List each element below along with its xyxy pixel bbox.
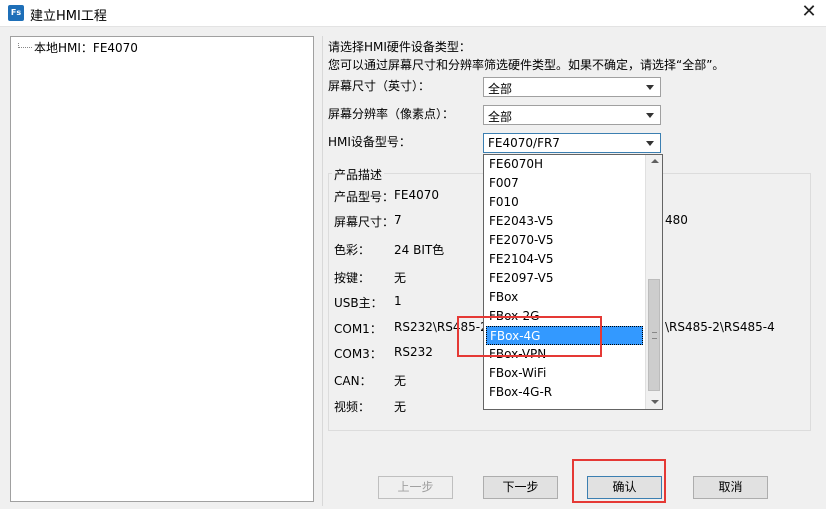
product-description-title: 产品描述 — [332, 166, 385, 183]
desc-value-resolution-partial: 480 — [665, 213, 688, 227]
dropdown-item[interactable]: FE6070H — [486, 155, 643, 174]
model-label: HMI设备型号： — [328, 135, 411, 149]
model-select[interactable]: FE4070/FR7 — [483, 133, 661, 153]
app-icon: Fs — [8, 5, 24, 21]
desc-key-com1: COM1： — [334, 322, 382, 336]
title-bar — [0, 0, 826, 26]
screen-size-label: 屏幕尺寸（英寸）： — [328, 79, 431, 93]
dropdown-item[interactable]: F010 — [486, 193, 643, 212]
resolution-select[interactable]: 全部 — [483, 105, 661, 125]
screen-size-select[interactable]: 全部 — [483, 77, 661, 97]
desc-value-com1-right: \RS485-2\RS485-4 — [665, 320, 775, 334]
prompt-hint: 您可以通过屏幕尺寸和分辨率筛选硬件类型。如果不确定，请选择“全部”。 — [328, 58, 725, 72]
chevron-down-icon — [646, 113, 654, 118]
desc-value-model: FE4070 — [394, 188, 440, 202]
highlight-box-fbox-4g — [457, 316, 602, 357]
desc-value-keys: 无 — [394, 271, 407, 285]
desc-value-com3: RS232 — [394, 345, 433, 359]
desc-value-video: 无 — [394, 400, 407, 414]
tree-item-local-hmi[interactable]: 本地HMI：FE4070 — [34, 39, 138, 56]
project-tree-panel[interactable] — [10, 36, 314, 502]
chevron-down-icon — [646, 85, 654, 90]
next-step-button[interactable]: 下一步 — [483, 476, 558, 499]
desc-key-screen-size: 屏幕尺寸： — [334, 215, 395, 229]
scroll-down-arrow-icon[interactable] — [651, 400, 659, 404]
scrollbar-thumb[interactable] — [648, 279, 660, 391]
chevron-down-icon — [646, 141, 654, 146]
close-icon[interactable]: ✕ — [796, 1, 822, 25]
dropdown-scrollbar[interactable] — [645, 155, 662, 409]
model-value: FE4070/FR7 — [488, 136, 560, 150]
desc-key-keys: 按键： — [334, 271, 371, 285]
prev-step-button[interactable]: 上一步 — [378, 476, 453, 499]
desc-value-usb: 1 — [394, 294, 402, 308]
window-title: 建立HMI工程 — [30, 9, 107, 24]
dropdown-item[interactable]: FBox-WiFi — [486, 364, 643, 383]
dropdown-item[interactable]: FE2104-V5 — [486, 250, 643, 269]
desc-value-color: 24 BIT色 — [394, 243, 445, 257]
prompt-heading: 请选择HMI硬件设备类型： — [328, 40, 471, 54]
confirm-button[interactable]: 确认 — [587, 476, 662, 499]
model-dropdown-list[interactable]: FE6070H F007 F010 FE2043-V5 FE2070-V5 FE… — [483, 154, 663, 410]
desc-key-can: CAN： — [334, 374, 372, 388]
dropdown-item[interactable]: FE2070-V5 — [486, 231, 643, 250]
dropdown-item[interactable]: FBox-4G-R — [486, 383, 643, 402]
dropdown-item[interactable]: FBox — [486, 288, 643, 307]
scroll-up-arrow-icon[interactable] — [651, 159, 659, 163]
cancel-button[interactable]: 取消 — [693, 476, 768, 499]
desc-key-com3: COM3： — [334, 347, 382, 361]
resolution-value: 全部 — [488, 110, 513, 124]
desc-key-video: 视频： — [334, 400, 371, 414]
dropdown-item[interactable]: F007 — [486, 174, 643, 193]
screen-size-value: 全部 — [488, 82, 513, 96]
scroll-grip-icon — [652, 332, 657, 339]
desc-key-color: 色彩： — [334, 243, 371, 257]
desc-key-model: 产品型号： — [334, 190, 395, 204]
desc-key-usb: USB主： — [334, 296, 383, 310]
panel-divider — [322, 36, 323, 506]
desc-value-screen-size: 7 — [394, 213, 402, 227]
desc-value-can: 无 — [394, 374, 407, 388]
dropdown-item[interactable]: FE2097-V5 — [486, 269, 643, 288]
resolution-label: 屏幕分辨率（像素点）： — [328, 107, 455, 121]
tree-connector-line — [18, 47, 32, 48]
dropdown-item[interactable]: FE2043-V5 — [486, 212, 643, 231]
